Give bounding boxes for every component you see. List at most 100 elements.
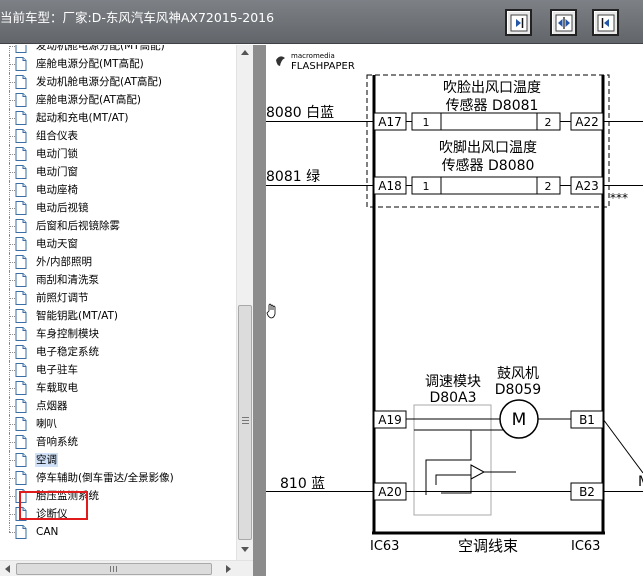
- document-icon: [15, 237, 27, 251]
- sensor1-code: 传感器 D8081: [446, 97, 539, 114]
- tree-item[interactable]: 诊断仪: [0, 505, 236, 523]
- tree-horizontal-scrollbar[interactable]: [0, 560, 253, 576]
- tree-item[interactable]: CAN: [0, 523, 236, 541]
- tree-item[interactable]: 电动门窗: [0, 163, 236, 181]
- tree-item[interactable]: 发动机舱电源分配(MT高配): [0, 45, 236, 55]
- document-icon: [15, 255, 27, 269]
- document-icon: [15, 111, 27, 125]
- tree-item[interactable]: 电动后视镜: [0, 199, 236, 217]
- tree-item-label: 电子稳定系统: [36, 346, 99, 358]
- tree-item[interactable]: 座舱电源分配(AT高配): [0, 91, 236, 109]
- tree-item[interactable]: 电动座椅: [0, 181, 236, 199]
- document-icon: [15, 453, 27, 467]
- tree-item[interactable]: 前照灯调节: [0, 289, 236, 307]
- tree-item-label: 座舱电源分配(MT高配): [36, 58, 144, 70]
- collapse-left-button[interactable]: [505, 9, 532, 36]
- scroll-right-arrow-icon[interactable]: [226, 565, 231, 573]
- tree-item-label: CAN: [36, 526, 59, 538]
- tree-scroll-thumb[interactable]: [238, 305, 252, 540]
- pin-a22: A22: [575, 115, 598, 129]
- panel-collapse-icon: [597, 14, 614, 31]
- speed-module-code: D80A3: [429, 390, 476, 406]
- tree-item-label: 喇叭: [36, 418, 57, 430]
- tree-item[interactable]: 座舱电源分配(MT高配): [0, 55, 236, 73]
- document-icon: [15, 183, 27, 197]
- tree-item-label: 车身控制模块: [36, 328, 99, 340]
- tree-hscroll-thumb[interactable]: [16, 563, 212, 575]
- document-icon: [15, 147, 27, 161]
- scroll-left-arrow-icon[interactable]: [5, 565, 10, 573]
- tree-item[interactable]: 智能钥匙(MT/AT): [0, 307, 236, 325]
- tree-item[interactable]: 停车辅助(倒车雷达/全景影像): [0, 469, 236, 487]
- scroll-down-arrow-icon[interactable]: [241, 547, 249, 552]
- tree-item-label: 电动门窗: [36, 166, 78, 178]
- pin-a23: A23: [575, 179, 598, 193]
- document-icon: [15, 57, 27, 71]
- sensor2-code: 传感器 D8080: [442, 157, 535, 174]
- tree-item[interactable]: 车身控制模块: [0, 325, 236, 343]
- tree-item-label: 起动和充电(MT/AT): [36, 112, 129, 124]
- document-icon: [15, 381, 27, 395]
- tree-item-label: 智能钥匙(MT/AT): [36, 310, 118, 322]
- tree-item-label: 音响系统: [36, 436, 78, 448]
- tree-vertical-scrollbar[interactable]: [236, 45, 253, 560]
- pin-2-bottom: 2: [545, 180, 552, 193]
- scroll-up-arrow-icon[interactable]: [241, 50, 249, 55]
- document-icon: [15, 219, 27, 233]
- tree-item-label: 点烟器: [36, 400, 68, 412]
- pin-a18: A18: [378, 179, 401, 193]
- tree-item[interactable]: 雨刮和清洗泵: [0, 271, 236, 289]
- wire-810-label: 810 蓝: [280, 476, 325, 492]
- tree-item[interactable]: 电动门锁: [0, 145, 236, 163]
- document-icon: [15, 309, 27, 323]
- tree-item[interactable]: 起动和充电(MT/AT): [0, 109, 236, 127]
- tree-item[interactable]: 组合仪表: [0, 127, 236, 145]
- hand-cursor-icon: [266, 303, 276, 319]
- tree-item-label: 电动后视镜: [36, 202, 89, 214]
- tree-item[interactable]: 点烟器: [0, 397, 236, 415]
- wire-8081-label: 8081 绿: [266, 169, 320, 185]
- pin-a19: A19: [378, 413, 401, 427]
- tree-item-label: 诊断仪: [36, 508, 68, 520]
- tree-item[interactable]: 电子稳定系统: [0, 343, 236, 361]
- tree-item[interactable]: 发动机舱电源分配(AT高配): [0, 73, 236, 91]
- document-icon: [15, 399, 27, 413]
- panel-expand-icon: [510, 14, 527, 31]
- document-icon: [15, 471, 27, 485]
- title-bar: 当前车型：厂家:D-东风汽车风神AX72015-2016: [0, 0, 643, 44]
- panel-split-icon: [555, 14, 572, 31]
- motor-symbol-right: M: [638, 474, 643, 490]
- blower-name: 鼓风机: [497, 366, 539, 382]
- tree-item[interactable]: 胎压监测系统: [0, 487, 236, 505]
- sensor1-name: 吹脸出风口温度: [443, 80, 541, 96]
- tree-item-label: 电动座椅: [36, 184, 78, 196]
- tree-item-label: 后窗和后视镜除雾: [36, 220, 120, 232]
- blower-code: D8059: [495, 382, 541, 398]
- flashpaper-viewer[interactable]: macromedia FLASHPAPER 吹脸出风口温度 传感器 D8081 …: [266, 45, 643, 576]
- pin-a20: A20: [378, 485, 401, 499]
- tree-item[interactable]: 电动天窗: [0, 235, 236, 253]
- pin-b2: B2: [579, 485, 595, 499]
- tree-item-label: 电动门锁: [36, 148, 78, 160]
- tree-item[interactable]: 外/内部照明: [0, 253, 236, 271]
- tree-item[interactable]: 后窗和后视镜除雾: [0, 217, 236, 235]
- panel-splitter[interactable]: [253, 45, 266, 576]
- tree-item[interactable]: 喇叭: [0, 415, 236, 433]
- flashpaper-logo-icon: [276, 56, 285, 66]
- tree-item-label: 组合仪表: [36, 130, 78, 142]
- document-icon: [15, 525, 27, 539]
- logo-big-text: FLASHPAPER: [291, 61, 355, 72]
- tree-item-label: 空调: [35, 453, 58, 467]
- document-icon: [15, 435, 27, 449]
- sensor2-name: 吹脚出风口温度: [439, 140, 537, 156]
- split-view-button[interactable]: [550, 9, 577, 36]
- continuation-stars: ***: [610, 191, 628, 205]
- tree-item[interactable]: 空调: [0, 451, 236, 469]
- tree-item[interactable]: 音响系统: [0, 433, 236, 451]
- pin-a17: A17: [378, 115, 401, 129]
- document-icon: [15, 45, 27, 53]
- pin-1-top: 1: [423, 116, 430, 129]
- tree-item[interactable]: 电子驻车: [0, 361, 236, 379]
- tree-item[interactable]: 车载取电: [0, 379, 236, 397]
- collapse-right-button[interactable]: [592, 9, 619, 36]
